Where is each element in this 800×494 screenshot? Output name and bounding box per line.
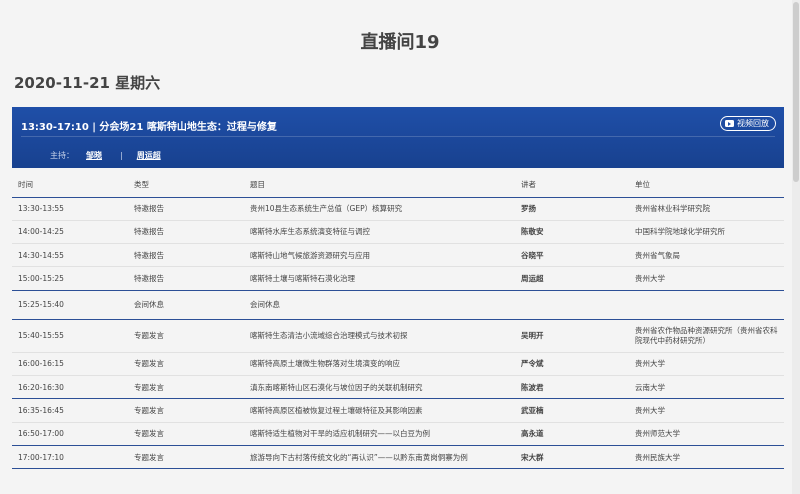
table-row: 16:50-17:00 专题发言 喀斯特适生植物对干旱的适应机制研究——以白豆为… [12, 422, 784, 446]
table-row: 16:00-16:15 专题发言 喀斯特高原土壤微生物群落对生境演变的响应 严令… [12, 352, 784, 376]
cell-topic: 会间休息 [244, 290, 515, 320]
scrollbar-thumb[interactable] [793, 2, 799, 182]
cell-unit: 贵州省气象局 [629, 243, 784, 268]
schedule-table: 时间 类型 题目 讲者 单位 13:30-13:55 特邀报告 贵州10县生态系… [12, 172, 784, 470]
cell-topic: 喀斯特高原土壤微生物群落对生境演变的响应 [244, 352, 515, 376]
cell-time: 17:00-17:10 [12, 445, 128, 470]
host-link[interactable]: 周运超 [137, 150, 161, 161]
cell-type: 特邀报告 [128, 266, 244, 291]
column-header-type: 类型 [128, 172, 244, 198]
cell-topic: 喀斯特适生植物对干旱的适应机制研究——以白豆为例 [244, 422, 515, 446]
session-banner: 13:30-17:10 | 分会场21 喀斯特山地生态：过程与修复 视频回放 主… [12, 107, 784, 168]
cell-speaker [515, 290, 629, 320]
cell-unit: 贵州大学 [629, 398, 784, 423]
cell-speaker[interactable]: 陈敬安 [515, 220, 629, 245]
cell-type: 特邀报告 [128, 243, 244, 268]
column-header-topic: 题目 [244, 172, 515, 198]
table-row: 14:30-14:55 特邀报告 喀斯特山地气候旅游资源研究与应用 谷晓平 贵州… [12, 243, 784, 268]
cell-time: 15:25-15:40 [12, 290, 128, 320]
cell-type: 专题发言 [128, 352, 244, 376]
column-header-speaker: 讲者 [515, 172, 629, 198]
table-row: 15:25-15:40 会间休息 会间休息 [12, 290, 784, 320]
host-list: 主持： 邹晓 | 周运超 [50, 150, 161, 161]
cell-speaker[interactable]: 谷晓平 [515, 243, 629, 268]
cell-topic: 贵州10县生态系统生产总值（GEP）核算研究 [244, 197, 515, 221]
cell-topic: 喀斯特山地气候旅游资源研究与应用 [244, 243, 515, 268]
cell-topic: 喀斯特土壤与喀斯特石漠化治理 [244, 266, 515, 291]
cell-time: 16:50-17:00 [12, 422, 128, 446]
cell-type: 专题发言 [128, 445, 244, 470]
cell-time: 14:30-14:55 [12, 243, 128, 268]
cell-time: 16:35-16:45 [12, 398, 128, 423]
column-header-unit: 单位 [629, 172, 784, 198]
cell-time: 13:30-13:55 [12, 197, 128, 221]
cell-speaker[interactable]: 陈波君 [515, 375, 629, 400]
cell-type: 专题发言 [128, 398, 244, 423]
cell-speaker[interactable]: 罗扬 [515, 197, 629, 221]
cell-time: 16:00-16:15 [12, 352, 128, 376]
cell-time: 15:40-15:55 [12, 319, 128, 353]
cell-type: 专题发言 [128, 422, 244, 446]
table-row: 14:00-14:25 特邀报告 喀斯特水库生态系统演变特征与调控 陈敬安 中国… [12, 220, 784, 245]
cell-unit: 贵州大学 [629, 352, 784, 376]
table-row: 15:00-15:25 特邀报告 喀斯特土壤与喀斯特石漠化治理 周运超 贵州大学 [12, 266, 784, 291]
video-replay-button[interactable]: 视频回放 [720, 116, 776, 131]
replay-label: 视频回放 [737, 119, 769, 128]
cell-unit: 中国科学院地球化学研究所 [629, 220, 784, 245]
cell-topic: 喀斯特生态清洁小流域综合治理模式与技术初探 [244, 319, 515, 353]
cell-topic: 喀斯特高原区植被恢复过程土壤碳特征及其影响因素 [244, 398, 515, 423]
cell-unit: 贵州师范大学 [629, 422, 784, 446]
cell-unit [629, 290, 784, 320]
cell-time: 15:00-15:25 [12, 266, 128, 291]
table-row: 17:00-17:10 专题发言 旅游导向下古村落传统文化的“再认识”——以黔东… [12, 445, 784, 470]
cell-unit: 贵州省林业科学研究院 [629, 197, 784, 221]
date-heading: 2020-11-21 星期六 [14, 74, 161, 92]
host-label: 主持： [50, 151, 74, 160]
cell-type: 会间休息 [128, 290, 244, 320]
cell-unit: 贵州民族大学 [629, 445, 784, 470]
column-header-time: 时间 [12, 172, 128, 198]
table-row: 13:30-13:55 特邀报告 贵州10县生态系统生产总值（GEP）核算研究 … [12, 197, 784, 221]
table-row: 16:20-16:30 专题发言 滇东南喀斯特山区石漠化与坡位因子的关联机制研究… [12, 375, 784, 400]
vertical-scrollbar[interactable] [792, 0, 800, 494]
cell-speaker[interactable]: 高永道 [515, 422, 629, 446]
banner-divider [21, 136, 775, 137]
cell-speaker[interactable]: 严令斌 [515, 352, 629, 376]
table-header-row: 时间 类型 题目 讲者 单位 [12, 172, 784, 198]
cell-unit: 云南大学 [629, 375, 784, 400]
cell-time: 14:00-14:25 [12, 220, 128, 245]
cell-unit: 贵州省农作物品种资源研究所（贵州省农科院现代中药材研究所） [629, 319, 784, 353]
session-title: 13:30-17:10 | 分会场21 喀斯特山地生态：过程与修复 [21, 122, 277, 133]
cell-topic: 喀斯特水库生态系统演变特征与调控 [244, 220, 515, 245]
cell-type: 特邀报告 [128, 220, 244, 245]
table-row: 15:40-15:55 专题发言 喀斯特生态清洁小流域综合治理模式与技术初探 吴… [12, 319, 784, 353]
cell-unit: 贵州大学 [629, 266, 784, 291]
cell-type: 专题发言 [128, 319, 244, 353]
cell-time: 16:20-16:30 [12, 375, 128, 400]
table-row: 16:35-16:45 专题发言 喀斯特高原区植被恢复过程土壤碳特征及其影响因素… [12, 398, 784, 423]
cell-type: 特邀报告 [128, 197, 244, 221]
cell-topic: 滇东南喀斯特山区石漠化与坡位因子的关联机制研究 [244, 375, 515, 400]
cell-speaker[interactable]: 宋大群 [515, 445, 629, 470]
video-play-icon [725, 120, 734, 127]
cell-speaker[interactable]: 周运超 [515, 266, 629, 291]
cell-type: 专题发言 [128, 375, 244, 400]
cell-topic: 旅游导向下古村落传统文化的“再认识”——以黔东南黄岗侗寨为例 [244, 445, 515, 470]
host-link[interactable]: 邹晓 [86, 150, 102, 161]
page-title: 直播间19 [360, 32, 440, 53]
cell-speaker[interactable]: 吴明开 [515, 319, 629, 353]
host-separator: | [120, 151, 123, 160]
cell-speaker[interactable]: 武亚楠 [515, 398, 629, 423]
